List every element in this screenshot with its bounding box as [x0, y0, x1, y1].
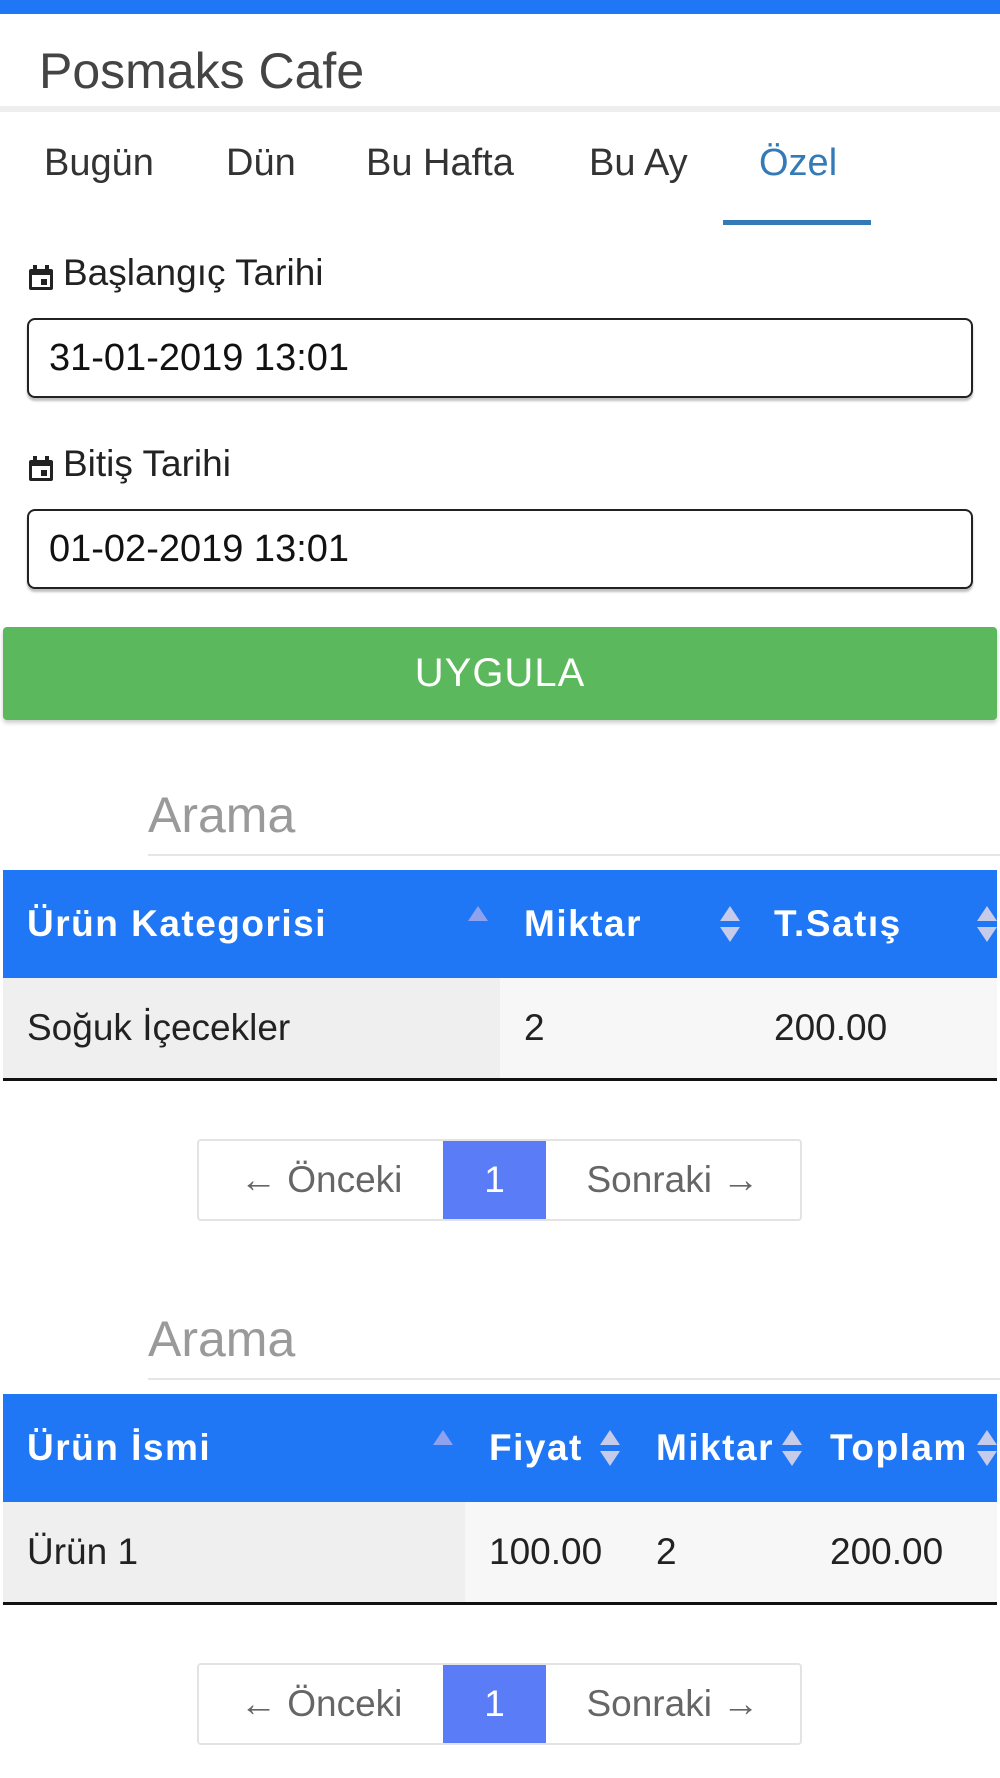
column-header-label: Toplam — [830, 1427, 968, 1468]
end-date-label: Bitiş Tarihi — [27, 443, 231, 485]
end-date-label-text: Bitiş Tarihi — [63, 443, 231, 484]
category-pagination: ← Önceki 1 Sonraki → — [197, 1139, 802, 1221]
sort-asc-icon — [468, 906, 488, 942]
table-header-row: Ürün Kategorisi Miktar T.Satış — [3, 870, 997, 978]
sort-arrows-icon — [600, 1430, 620, 1466]
calendar-icon — [27, 450, 55, 481]
column-header-quantity[interactable]: Miktar — [632, 1394, 806, 1502]
app-title: Posmaks Cafe — [39, 43, 365, 99]
product-pagination: ← Önceki 1 Sonraki → — [197, 1663, 802, 1745]
cell-total-sales: 200.00 — [750, 978, 997, 1081]
column-header-total[interactable]: Toplam — [806, 1394, 997, 1502]
column-header-label: Miktar — [524, 903, 642, 944]
cell-price: 100.00 — [465, 1502, 632, 1605]
apply-button[interactable]: UYGULA — [3, 627, 997, 720]
category-search-input[interactable] — [148, 776, 1000, 856]
column-header-product-name[interactable]: Ürün İsmi — [3, 1394, 465, 1502]
previous-page-button[interactable]: ← Önceki — [199, 1665, 443, 1743]
tab-this-week[interactable]: Bu Hafta — [366, 142, 514, 185]
cell-quantity: 2 — [500, 978, 750, 1081]
category-table: Ürün Kategorisi Miktar T.Satış Soğuk İçe… — [3, 870, 997, 1081]
column-header-label: T.Satış — [774, 903, 902, 944]
column-header-quantity[interactable]: Miktar — [500, 870, 750, 978]
column-header-label: Miktar — [656, 1427, 774, 1468]
top-accent-bar — [0, 0, 1000, 14]
page-number-button[interactable]: 1 — [443, 1665, 546, 1743]
table-row: Ürün 1 100.00 2 200.00 — [3, 1502, 997, 1605]
sort-arrows-icon — [720, 906, 740, 942]
start-date-input[interactable] — [27, 318, 973, 398]
column-header-label: Fiyat — [489, 1427, 583, 1468]
date-range-tabs: Bugün Dün Bu Hafta Bu Ay Özel — [4, 112, 996, 222]
product-search-input[interactable] — [148, 1300, 1000, 1380]
sort-arrows-icon — [977, 1430, 997, 1466]
next-page-button[interactable]: Sonraki → — [546, 1141, 800, 1219]
tab-yesterday[interactable]: Dün — [226, 142, 296, 185]
page-number-button[interactable]: 1 — [443, 1141, 546, 1219]
start-date-label-text: Başlangıç Tarihi — [63, 252, 324, 293]
active-tab-indicator — [723, 220, 871, 225]
sort-arrows-icon — [977, 906, 997, 942]
sort-asc-icon — [433, 1430, 453, 1466]
table-row: Soğuk İçecekler 2 200.00 — [3, 978, 997, 1081]
cell-total: 200.00 — [806, 1502, 997, 1605]
tab-today[interactable]: Bugün — [44, 142, 154, 185]
column-header-label: Ürün Kategorisi — [27, 903, 328, 944]
sort-arrows-icon — [782, 1430, 802, 1466]
tab-this-month[interactable]: Bu Ay — [589, 142, 688, 185]
next-page-button[interactable]: Sonraki → — [546, 1665, 800, 1743]
column-header-total-sales[interactable]: T.Satış — [750, 870, 997, 978]
cell-product-name: Ürün 1 — [3, 1502, 465, 1605]
cell-category: Soğuk İçecekler — [3, 978, 500, 1081]
calendar-icon — [27, 259, 55, 290]
previous-page-button[interactable]: ← Önceki — [199, 1141, 443, 1219]
table-header-row: Ürün İsmi Fiyat Miktar Toplam — [3, 1394, 997, 1502]
column-header-label: Ürün İsmi — [27, 1427, 212, 1468]
cell-quantity: 2 — [632, 1502, 806, 1605]
start-date-label: Başlangıç Tarihi — [27, 252, 324, 294]
end-date-input[interactable] — [27, 509, 973, 589]
column-header-price[interactable]: Fiyat — [465, 1394, 632, 1502]
tab-custom[interactable]: Özel — [759, 142, 837, 185]
app-header: Posmaks Cafe — [0, 14, 1000, 108]
column-header-category[interactable]: Ürün Kategorisi — [3, 870, 500, 978]
product-table: Ürün İsmi Fiyat Miktar Toplam Ürün 1 100… — [3, 1394, 997, 1605]
